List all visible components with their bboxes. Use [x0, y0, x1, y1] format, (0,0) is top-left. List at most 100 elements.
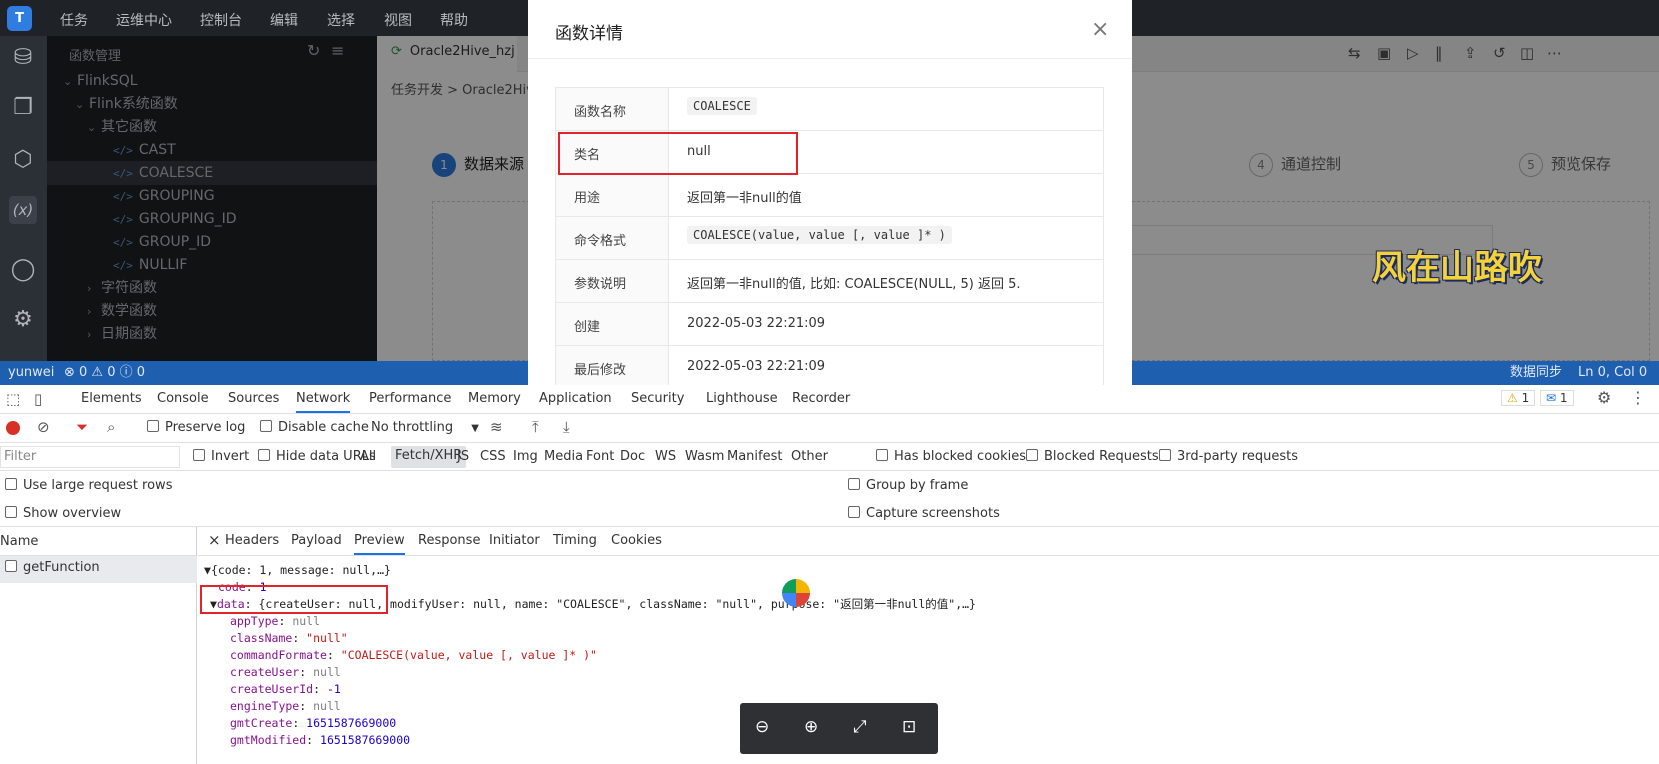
filter-input[interactable]: Filter: [0, 446, 180, 468]
import-icon[interactable]: ⤒: [532, 418, 539, 436]
json-line: createUser: null: [230, 665, 341, 679]
settings-icon[interactable]: ⚙: [9, 306, 37, 334]
filter-type-other[interactable]: Other: [791, 449, 828, 464]
hide-data-urls-checkbox[interactable]: Hide data URLs: [258, 449, 376, 464]
tab-lighthouse[interactable]: Lighthouse: [706, 391, 778, 406]
tab-sources[interactable]: Sources: [228, 391, 279, 406]
export-icon[interactable]: ⤓: [563, 418, 570, 436]
messages-badge[interactable]: ✉ 1: [1540, 390, 1574, 406]
network-conditions-icon[interactable]: ≋: [490, 418, 503, 436]
inspect-icon[interactable]: ⬚: [6, 390, 20, 408]
close-icon[interactable]: ×: [1091, 17, 1109, 42]
blocked-cookies-checkbox[interactable]: Has blocked cookies: [876, 449, 1026, 464]
floating-ball-icon[interactable]: [782, 579, 810, 607]
record-icon[interactable]: [6, 421, 20, 435]
group-by-frame-checkbox[interactable]: Group by frame: [848, 478, 968, 493]
filter-type-fetchxhr[interactable]: Fetch/XHR: [391, 446, 467, 468]
disable-cache-checkbox[interactable]: Disable cache: [260, 420, 369, 435]
preserve-log-label: Preserve log: [165, 420, 246, 435]
checkbox: [147, 420, 159, 432]
search-icon[interactable]: ⌕: [107, 418, 115, 436]
kebab-menu-icon[interactable]: ⋮: [1630, 388, 1646, 407]
filter-type-wasm[interactable]: Wasm: [685, 449, 724, 464]
filter-type-js[interactable]: JS: [457, 449, 469, 464]
filter-type-all[interactable]: All: [360, 449, 376, 464]
detail-key: 最后修改: [556, 346, 669, 385]
tab-preview[interactable]: Preview: [354, 533, 405, 555]
json-key: gmtModified: [230, 733, 307, 747]
tab-security[interactable]: Security: [631, 391, 684, 406]
status-user[interactable]: yunwei: [8, 361, 54, 385]
network-options: Use large request rows Show overview Gro…: [0, 471, 1659, 527]
throttling-select[interactable]: No throttling ▼: [371, 420, 479, 435]
tab-performance[interactable]: Performance: [369, 391, 451, 406]
checkbox: [1159, 449, 1171, 461]
status-problems[interactable]: ⊗ 0 ⚠ 0 ⓘ 0: [64, 361, 145, 385]
menu-console[interactable]: 控制台: [200, 10, 242, 30]
json-value: null: [292, 614, 321, 628]
preserve-log-checkbox[interactable]: Preserve log: [147, 420, 245, 435]
menu-select[interactable]: 选择: [327, 10, 355, 30]
menu-view[interactable]: 视图: [384, 10, 412, 30]
user-icon[interactable]: ◯: [9, 256, 37, 284]
detail-key: 用途: [556, 174, 669, 216]
warnings-badge[interactable]: ⚠ 1: [1501, 390, 1536, 406]
tab-cookies[interactable]: Cookies: [611, 533, 662, 548]
filter-type-css[interactable]: CSS: [480, 449, 506, 464]
detail-key: 参数说明: [556, 260, 669, 302]
warnings-count: 1: [1521, 391, 1530, 405]
tab-application[interactable]: Application: [539, 391, 612, 406]
database-icon[interactable]: ⛁: [9, 44, 37, 72]
request-list: Name getFunction: [0, 527, 197, 764]
tab-headers[interactable]: Headers: [225, 533, 279, 548]
tab-timing[interactable]: Timing: [553, 533, 597, 548]
name-column-header[interactable]: Name: [0, 527, 197, 556]
filter-type-doc[interactable]: Doc: [620, 449, 645, 464]
tab-console[interactable]: Console: [157, 391, 209, 406]
present-icon[interactable]: ⊡: [902, 717, 916, 737]
menu-ops[interactable]: 运维中心: [116, 10, 172, 30]
expand-triangle-icon[interactable]: ▼: [204, 563, 211, 577]
tab-initiator[interactable]: Initiator: [489, 533, 540, 548]
large-rows-checkbox[interactable]: Use large request rows: [5, 478, 172, 493]
detail-value-text: COALESCE(value, value [, value ]* ): [687, 226, 952, 244]
tab-response[interactable]: Response: [418, 533, 480, 548]
filter-type-manifest[interactable]: Manifest: [727, 449, 782, 464]
detail-value-text: 返回第一非null的值, 比如: COALESCE(NULL, 5) 返回 5.: [687, 277, 1021, 292]
fullscreen-icon[interactable]: ⤢: [853, 717, 867, 737]
invert-checkbox[interactable]: Invert: [193, 449, 249, 464]
third-party-checkbox[interactable]: 3rd-party requests: [1159, 449, 1298, 464]
filter-type-ws[interactable]: WS: [655, 449, 676, 464]
tab-network[interactable]: Network: [296, 391, 351, 413]
tab-payload[interactable]: Payload: [291, 533, 342, 548]
settings-icon[interactable]: ⚙: [1597, 388, 1611, 407]
watermark: 风在山路吹: [1372, 248, 1542, 288]
filter-type-img[interactable]: Img: [513, 449, 538, 464]
capture-screenshots-checkbox[interactable]: Capture screenshots: [848, 506, 1000, 521]
files-icon[interactable]: ❐: [9, 94, 37, 122]
tab-recorder[interactable]: Recorder: [792, 391, 850, 406]
json-value: 1651587669000: [320, 733, 411, 747]
zoom-in-icon[interactable]: ⊕: [804, 717, 818, 737]
blocked-requests-checkbox[interactable]: Blocked Requests: [1026, 449, 1159, 464]
detail-tabbar: × Headers Payload Preview Response Initiator…: [198, 527, 1659, 556]
filter-icon[interactable]: ⏷: [76, 418, 88, 436]
request-row[interactable]: getFunction: [0, 556, 197, 583]
menu-edit[interactable]: 编辑: [270, 10, 298, 30]
close-icon[interactable]: ×: [208, 531, 221, 549]
clear-icon[interactable]: ⊘: [37, 418, 50, 436]
cube-icon[interactable]: ⬡: [9, 146, 37, 174]
zoom-out-icon[interactable]: ⊖: [755, 717, 769, 737]
function-icon[interactable]: (x): [9, 196, 37, 224]
tab-elements[interactable]: Elements: [81, 391, 142, 406]
menu-task[interactable]: 任务: [60, 10, 88, 30]
tab-memory[interactable]: Memory: [468, 391, 521, 406]
device-toggle-icon[interactable]: ▯: [34, 390, 42, 408]
menu-help[interactable]: 帮助: [440, 10, 468, 30]
filter-type-media[interactable]: Media: [544, 449, 583, 464]
checkbox: [258, 449, 270, 461]
checkbox: [260, 420, 272, 432]
chevron-down-icon: ▼: [471, 423, 479, 434]
show-overview-checkbox[interactable]: Show overview: [5, 506, 121, 521]
filter-type-font[interactable]: Font: [586, 449, 614, 464]
